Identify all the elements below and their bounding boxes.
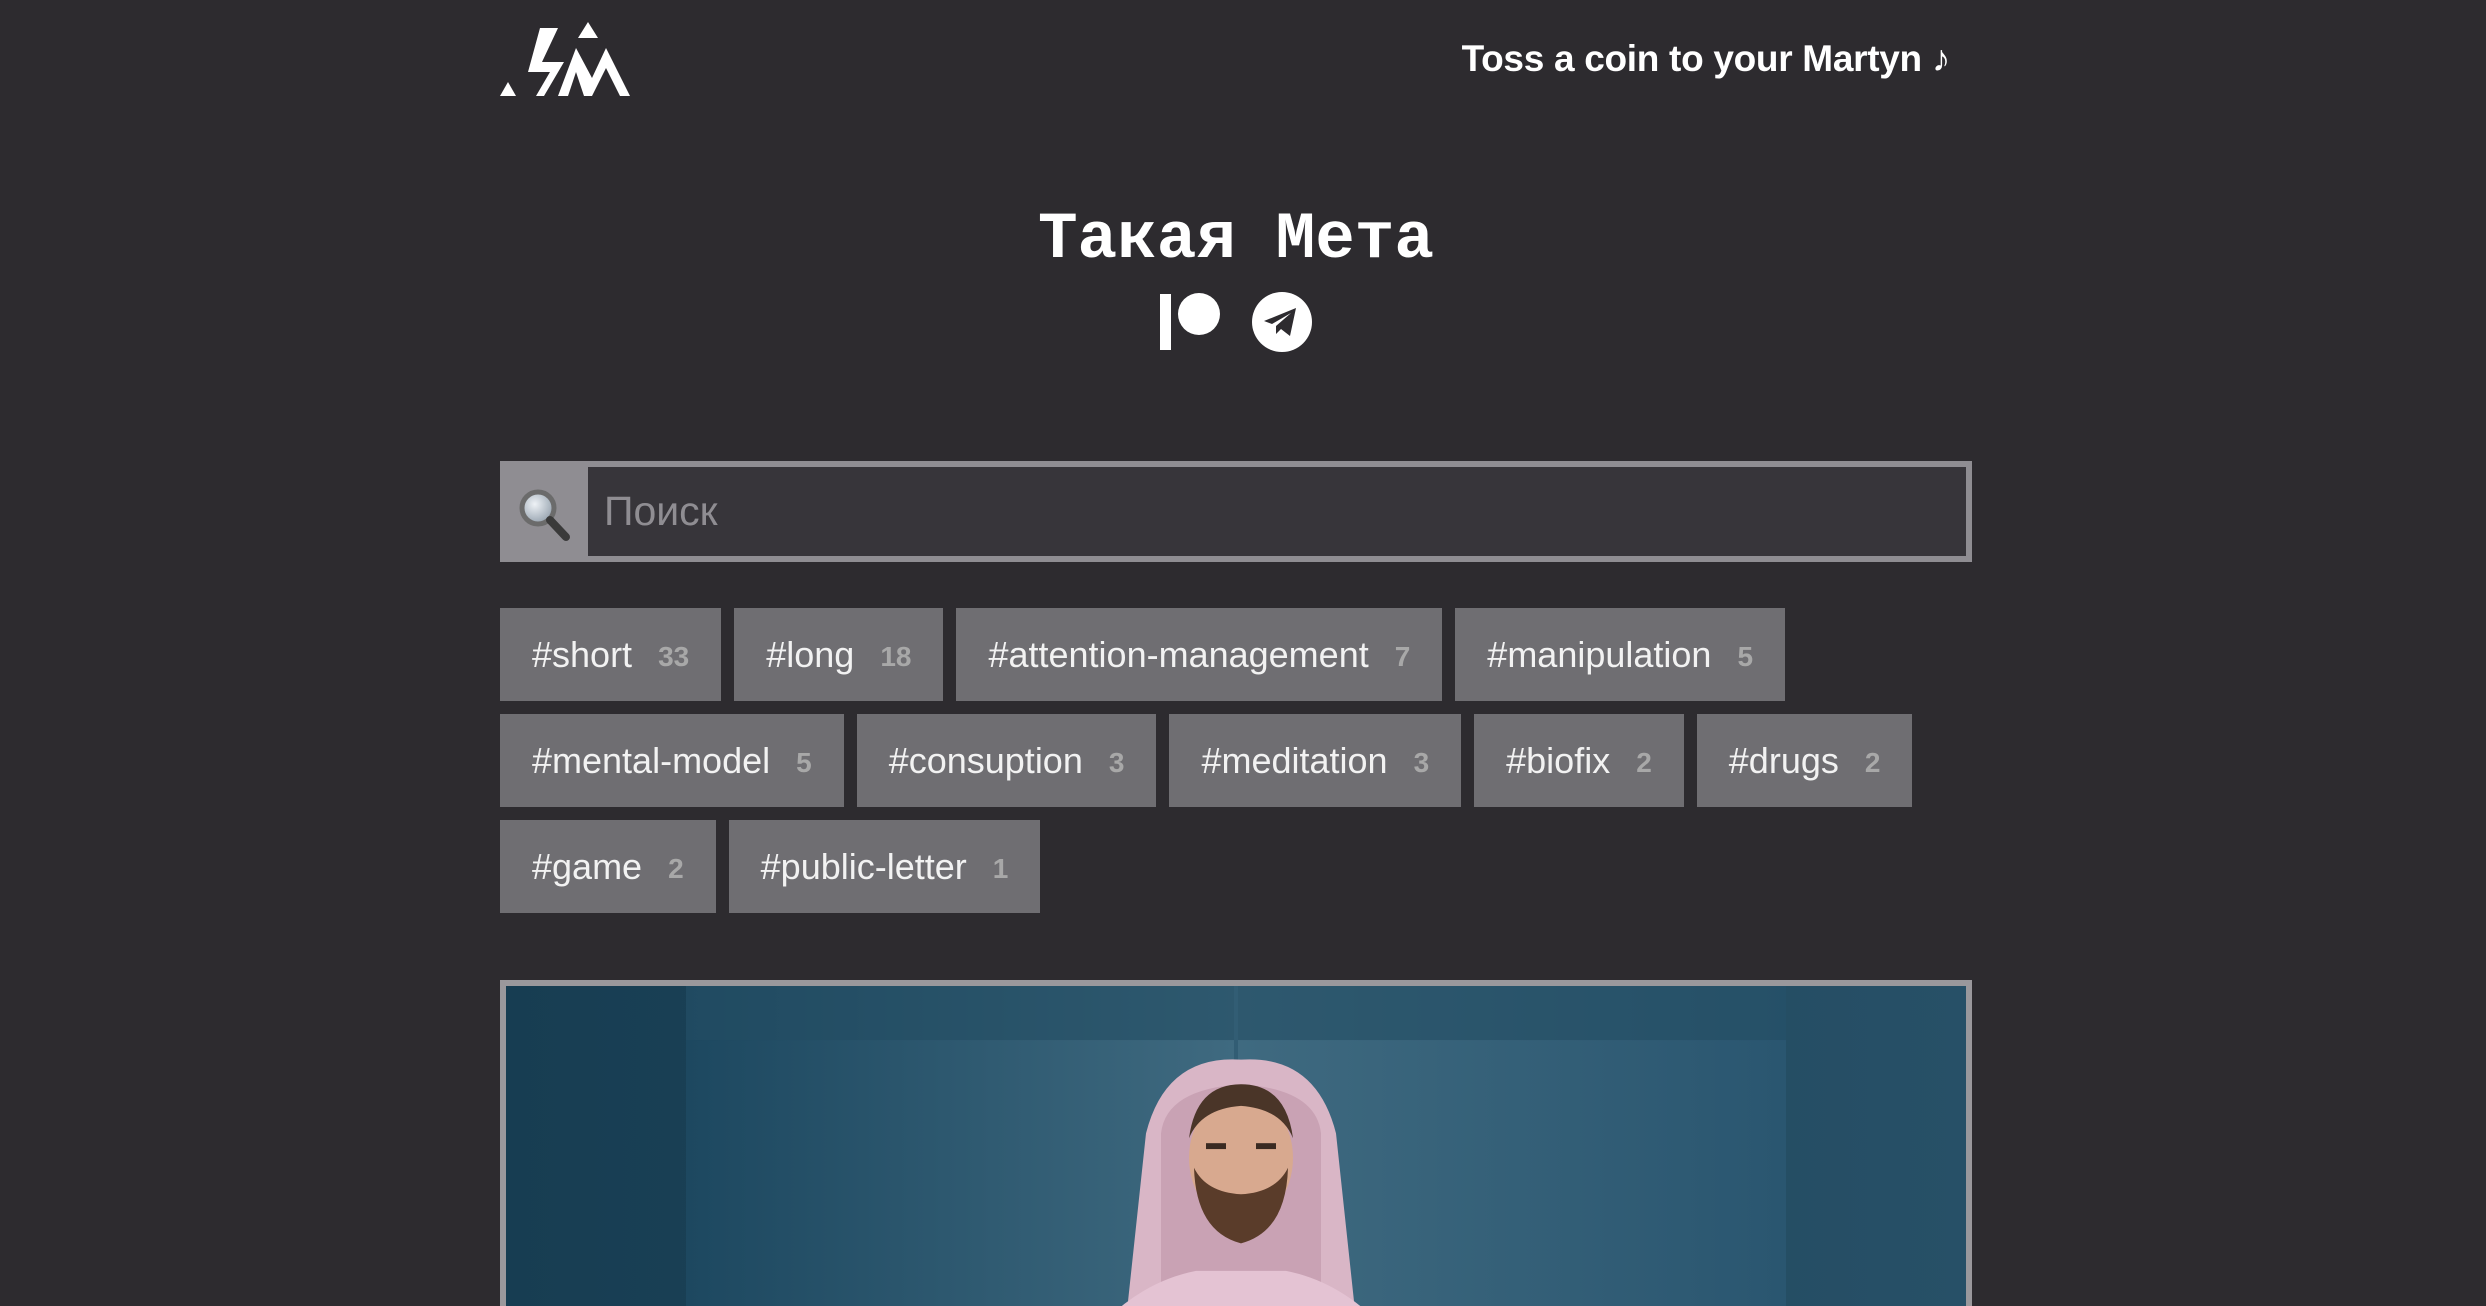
portrait-photo (506, 986, 1966, 1306)
search-icon-box (500, 461, 588, 562)
tag-label: #meditation (1201, 739, 1388, 781)
tag-label: #drugs (1728, 739, 1839, 781)
tag-label: #manipulation (1487, 633, 1712, 675)
tag-attention-management[interactable]: #attention-management 7 (956, 608, 1443, 701)
tag-count: 5 (796, 746, 812, 778)
tag-count: 18 (880, 640, 912, 672)
tag-label: #consuption (888, 739, 1083, 781)
telegram-icon (1252, 292, 1312, 352)
social-links (500, 290, 1972, 354)
patreon-icon (1160, 293, 1220, 350)
tag-count: 3 (1413, 746, 1430, 778)
search-bar (500, 461, 1972, 562)
magnifier-icon (519, 489, 570, 541)
tag-label: #biofix (1506, 739, 1611, 781)
tag-short[interactable]: #short 33 (500, 608, 722, 701)
site-header: Toss a coin to your Martyn ♪ (500, 0, 1972, 120)
tag-mental-model[interactable]: #mental-model 5 (500, 714, 844, 807)
tag-count: 2 (1636, 746, 1652, 778)
tag-count: 2 (1864, 746, 1881, 778)
tag-public-letter[interactable]: #public-letter 1 (728, 820, 1041, 913)
tag-meditation[interactable]: #meditation 3 (1169, 714, 1462, 807)
tag-label: #long (766, 633, 855, 675)
tag-label: #game (532, 845, 643, 887)
tag-label: #attention-management (988, 633, 1369, 675)
page-title: Такая Мета (1037, 202, 1435, 277)
tag-count: 33 (658, 640, 690, 672)
tag-game[interactable]: #game 2 (500, 820, 716, 913)
tag-biofix[interactable]: #biofix 2 (1474, 714, 1684, 807)
tagline-link[interactable]: Toss a coin to your Martyn ♪ (1462, 38, 1951, 80)
telegram-link[interactable] (1250, 290, 1314, 354)
tag-count: 5 (1737, 640, 1754, 672)
tag-drugs[interactable]: #drugs 2 (1696, 714, 1913, 807)
search-input[interactable] (588, 467, 1966, 556)
tag-list: #short 33 #long 18 #attention-management… (500, 608, 1972, 913)
tag-label: #mental-model (532, 739, 771, 781)
tag-manipulation[interactable]: #manipulation 5 (1455, 608, 1786, 701)
tag-count: 1 (992, 852, 1009, 884)
tag-label: #public-letter (760, 845, 967, 887)
tag-count: 7 (1394, 640, 1411, 672)
patreon-link[interactable] (1158, 290, 1222, 354)
tag-count: 3 (1108, 746, 1125, 778)
tag-long[interactable]: #long 18 (734, 608, 944, 701)
hero-image[interactable] (500, 980, 1972, 1306)
tag-count: 2 (668, 852, 684, 884)
site-logo-icon[interactable] (500, 22, 630, 96)
tag-label: #short (532, 633, 633, 675)
tag-consuption[interactable]: #consuption 3 (856, 714, 1157, 807)
page: Toss a coin to your Martyn ♪ Такая Мета (500, 0, 1972, 1306)
